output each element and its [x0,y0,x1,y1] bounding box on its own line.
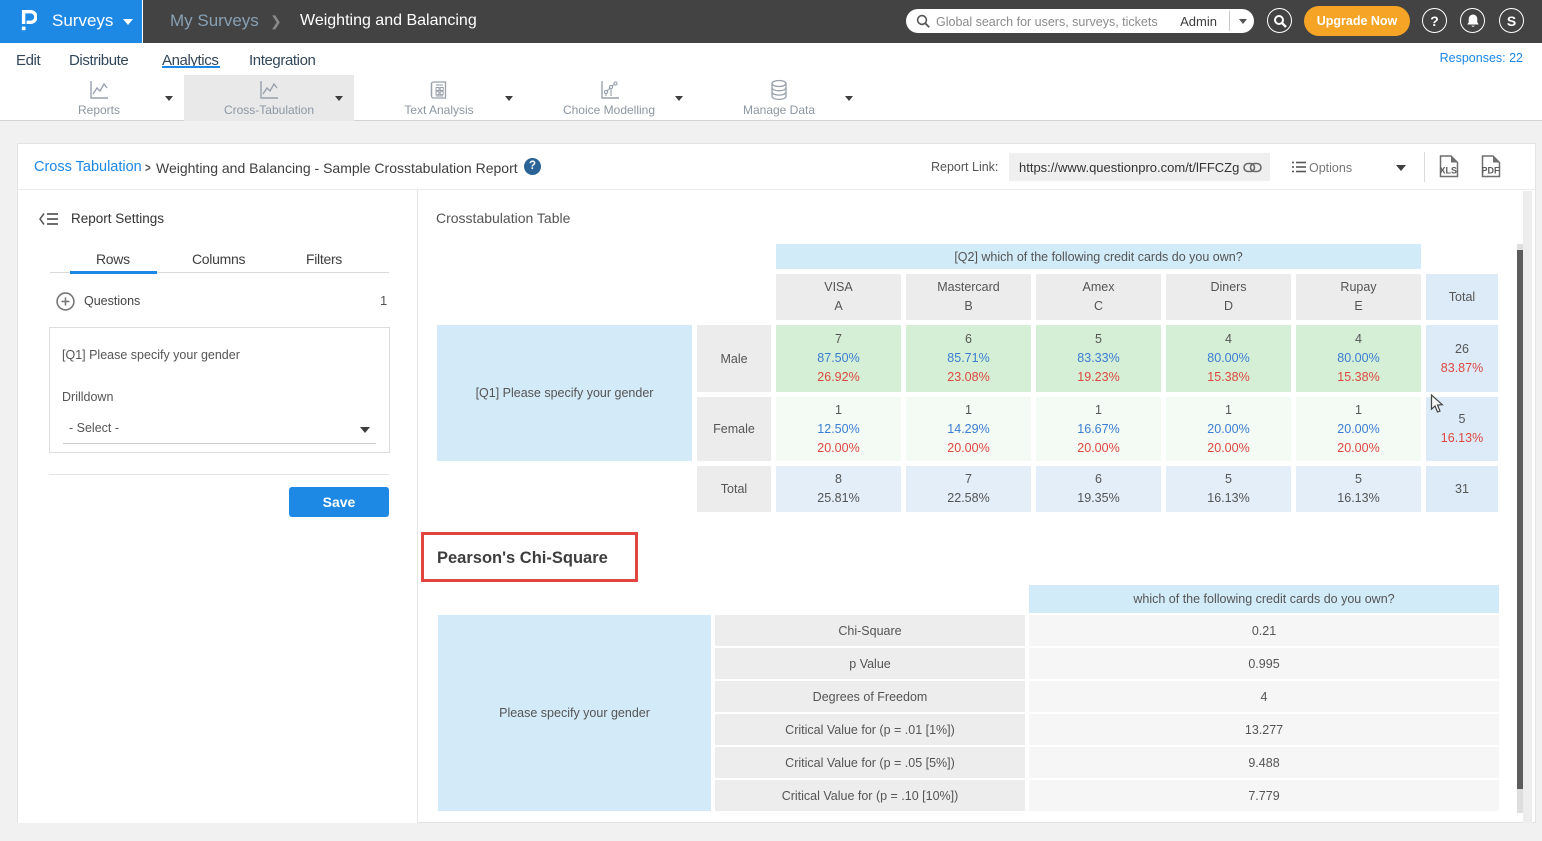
svg-text:PDF: PDF [1482,166,1501,176]
svg-text:XLS: XLS [1440,166,1458,176]
